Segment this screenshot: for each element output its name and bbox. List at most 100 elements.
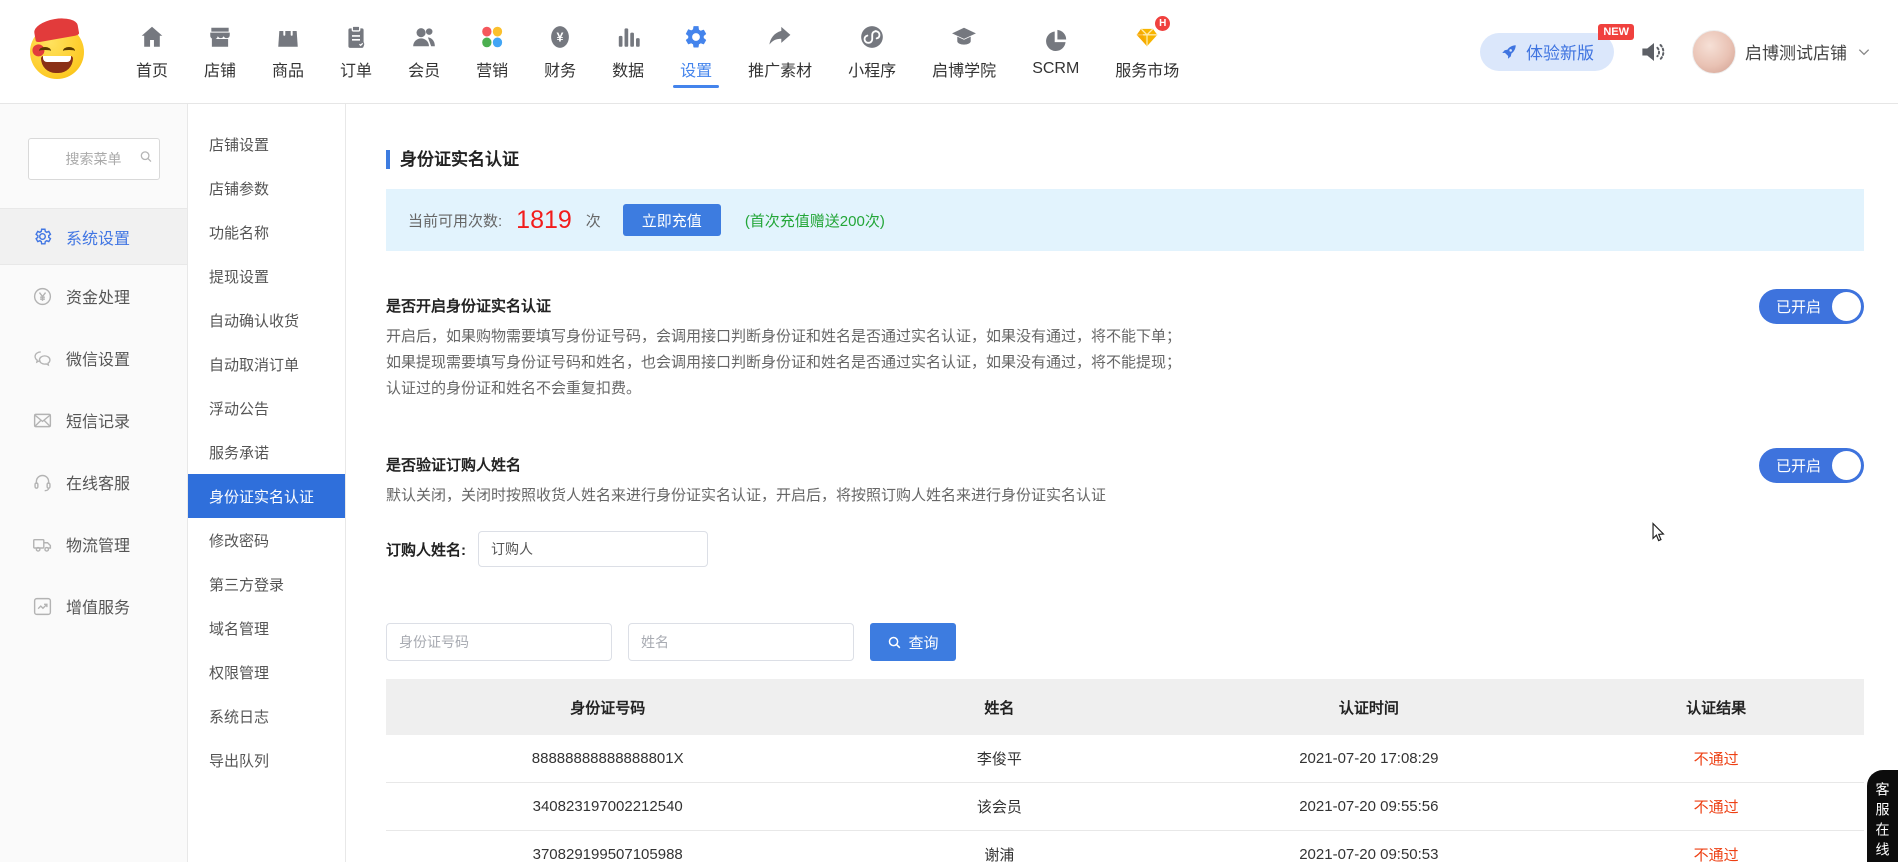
sidebar-item-label: 系统设置 — [66, 225, 130, 249]
table-row: 340823197002212540 该会员 2021-07-20 09:55:… — [386, 783, 1864, 831]
nav-item-data[interactable]: 数据 — [594, 0, 662, 103]
sidebar-item-label: 资金处理 — [66, 284, 130, 308]
recharge-button[interactable]: 立即充值 — [623, 204, 721, 236]
nav-label: 数据 — [612, 57, 644, 81]
main-content: 身份证实名认证 当前可用次数: 1819 次 立即充值 (首次充值赠送200次)… — [346, 104, 1898, 862]
shopping-bag-icon — [274, 23, 302, 51]
page-title: 身份证实名认证 — [386, 150, 1864, 169]
table-row: 370829199507105988 谢浦 2021-07-20 09:50:5… — [386, 831, 1864, 862]
top-navbar: 首页 店铺 商品 订单 — [0, 0, 1898, 104]
nav-item-home[interactable]: 首页 — [118, 0, 186, 103]
section-enable-desc: 开启后，如果购物需要填写身份证号码，会调用接口判断身份证和姓名是否通过实名认证，… — [386, 324, 1864, 402]
submenu-item-domain-management[interactable]: 域名管理 — [188, 606, 345, 650]
submenu-item-id-verification[interactable]: 身份证实名认证 — [188, 474, 345, 518]
name-search-input[interactable] — [628, 623, 854, 661]
submenu-item-third-party-login[interactable]: 第三方登录 — [188, 562, 345, 606]
speaker-icon[interactable] — [1638, 37, 1668, 67]
logo-eye-right — [63, 47, 75, 55]
menu-search-wrap — [0, 104, 187, 209]
cell-id: 88888888888888801X — [386, 750, 829, 767]
quota-unit: 次 — [586, 210, 601, 231]
nav-item-settings[interactable]: 设置 — [662, 0, 730, 103]
sidebar-item-sms-records[interactable]: 短信记录 — [0, 389, 187, 451]
submenu-item-change-password[interactable]: 修改密码 — [188, 518, 345, 562]
desc-line: 开启后，如果购物需要填写身份证号码，会调用接口判断身份证和姓名是否通过实名认证，… — [386, 324, 1864, 350]
orderer-name-label: 订购人姓名: — [386, 539, 466, 560]
submenu-item-shop-params[interactable]: 店铺参数 — [188, 166, 345, 210]
bar-chart-icon — [614, 23, 642, 51]
brand-logo-emoji[interactable] — [30, 25, 84, 79]
sidebar-item-funds[interactable]: 资金处理 — [0, 265, 187, 327]
submenu-item-withdraw-settings[interactable]: 提现设置 — [188, 254, 345, 298]
section-orderer-desc: 默认关闭，关闭时按照收货人姓名来进行身份证实名认证，开启后，将按照订购人姓名来进… — [386, 483, 1864, 509]
toggle-knob — [1832, 292, 1861, 321]
yuan-oval-icon: ¥ — [546, 23, 574, 51]
submenu-item-service-promise[interactable]: 服务承诺 — [188, 430, 345, 474]
orderer-name-input[interactable] — [478, 531, 708, 567]
col-header-name: 姓名 — [829, 697, 1169, 718]
cell-id: 340823197002212540 — [386, 798, 829, 815]
submenu-item-system-log[interactable]: 系统日志 — [188, 694, 345, 738]
graduation-cap-icon — [950, 23, 978, 51]
nav-item-service-market[interactable]: H 服务市场 — [1097, 0, 1197, 103]
account-menu[interactable]: 启博测试店铺 — [1692, 30, 1872, 74]
members-icon — [410, 23, 438, 51]
id-number-search-input[interactable] — [386, 623, 612, 661]
trend-chart-icon — [32, 596, 53, 617]
sidebar-item-system-settings[interactable]: 系统设置 — [0, 209, 187, 265]
market-h-badge: H — [1155, 16, 1170, 31]
nav-item-academy[interactable]: 启博学院 — [914, 0, 1014, 103]
menu-search-input[interactable] — [28, 138, 160, 180]
nav-label: 财务 — [544, 57, 576, 81]
nav-item-miniprogram[interactable]: 小程序 — [830, 0, 914, 103]
cell-result: 不通过 — [1568, 844, 1864, 862]
gear-icon — [682, 23, 710, 51]
sidebar-item-logistics[interactable]: 物流管理 — [0, 513, 187, 575]
share-arrow-icon — [766, 23, 794, 51]
table-header-row: 身份证号码 姓名 认证时间 认证结果 — [386, 679, 1864, 735]
section-orderer-title: 是否验证订购人姓名 — [386, 454, 1864, 475]
submenu-item-auto-confirm[interactable]: 自动确认收货 — [188, 298, 345, 342]
nav-label: 启博学院 — [932, 57, 996, 81]
customer-service-label: 客服在线 — [1873, 782, 1893, 862]
nav-item-marketing[interactable]: 营销 — [458, 0, 526, 103]
section-enable-title: 是否开启身份证实名认证 — [386, 295, 1864, 316]
table-search-row: 查询 — [386, 623, 1864, 661]
submenu-item-floating-notice[interactable]: 浮动公告 — [188, 386, 345, 430]
sidebar-item-wechat-settings[interactable]: 微信设置 — [0, 327, 187, 389]
col-header-result: 认证结果 — [1568, 697, 1864, 718]
nav-label: 商品 — [272, 57, 304, 81]
enable-verification-toggle[interactable]: 已开启 — [1759, 289, 1864, 324]
top-nav-items: 首页 店铺 商品 订单 — [118, 0, 1197, 103]
sidebar-item-value-added[interactable]: 增值服务 — [0, 575, 187, 637]
submenu-item-export-queue[interactable]: 导出队列 — [188, 738, 345, 782]
nav-label: 营销 — [476, 57, 508, 81]
nav-item-scrm[interactable]: SCRM — [1014, 0, 1097, 103]
quota-count: 1819 — [516, 206, 572, 235]
cell-result: 不通过 — [1568, 796, 1864, 817]
submenu-item-permission-management[interactable]: 权限管理 — [188, 650, 345, 694]
customer-service-tab[interactable]: 客服在线 — [1867, 770, 1898, 862]
nav-item-shop[interactable]: 店铺 — [186, 0, 254, 103]
submenu-item-auto-cancel[interactable]: 自动取消订单 — [188, 342, 345, 386]
logo-mouth — [41, 56, 73, 73]
try-new-version-button[interactable]: 体验新版 NEW — [1480, 33, 1614, 71]
try-new-label: 体验新版 — [1526, 39, 1594, 64]
query-button[interactable]: 查询 — [870, 623, 956, 661]
submenu-item-shop-settings[interactable]: 店铺设置 — [188, 122, 345, 166]
table-row: 88888888888888801X 李俊平 2021-07-20 17:08:… — [386, 735, 1864, 783]
nav-item-orders[interactable]: 订单 — [322, 0, 390, 103]
cell-id: 370829199507105988 — [386, 846, 829, 862]
search-icon — [887, 635, 902, 650]
wechat-icon — [32, 348, 53, 369]
nav-item-finance[interactable]: ¥ 财务 — [526, 0, 594, 103]
sidebar-item-online-service[interactable]: 在线客服 — [0, 451, 187, 513]
svg-text:¥: ¥ — [557, 30, 564, 44]
submenu-item-feature-names[interactable]: 功能名称 — [188, 210, 345, 254]
nav-item-members[interactable]: 会员 — [390, 0, 458, 103]
sidebar-item-label: 物流管理 — [66, 532, 130, 556]
nav-label: 推广素材 — [748, 57, 812, 81]
nav-item-goods[interactable]: 商品 — [254, 0, 322, 103]
orderer-name-toggle[interactable]: 已开启 — [1759, 448, 1864, 483]
nav-item-promo-material[interactable]: 推广素材 — [730, 0, 830, 103]
